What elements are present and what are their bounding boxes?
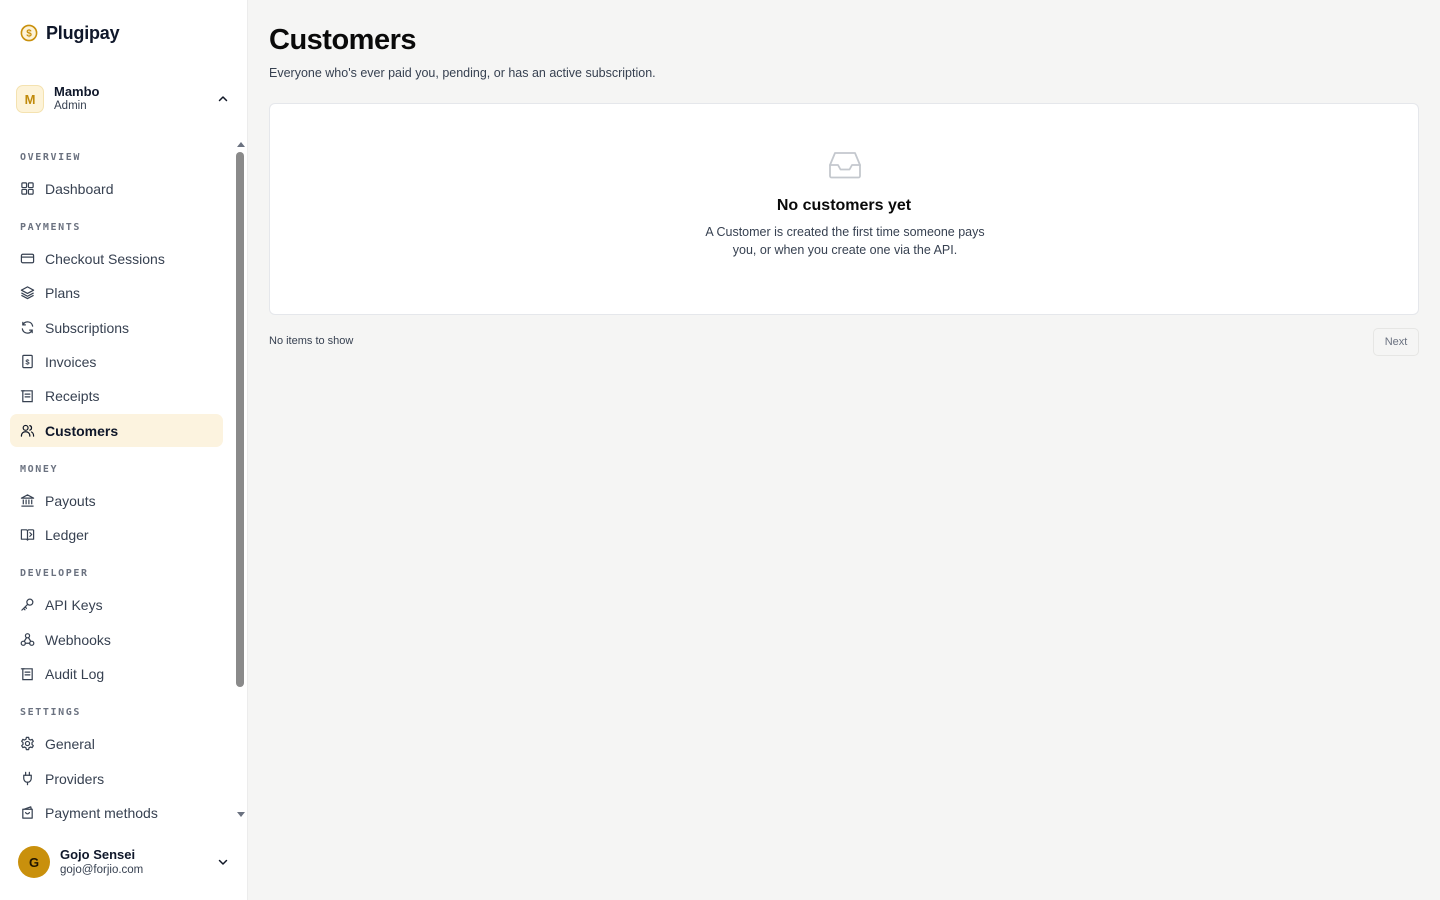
- sidebar-item-label: Checkout Sessions: [45, 250, 165, 267]
- workspace-avatar: M: [16, 85, 44, 113]
- book-icon: [20, 529, 35, 541]
- bank-icon: [20, 494, 35, 507]
- sidebar-item-audit-log[interactable]: Audit Log: [10, 657, 223, 690]
- main-content: Customers Everyone who's ever paid you, …: [269, 0, 1419, 900]
- sidebar-scrollbar[interactable]: [234, 138, 248, 824]
- svg-text:$: $: [25, 358, 30, 367]
- sidebar-item-plans[interactable]: Plans: [10, 276, 223, 309]
- sidebar-item-label: Dashboard: [45, 180, 114, 197]
- sidebar-item-ledger[interactable]: Ledger: [10, 518, 223, 551]
- wallet-icon: [22, 806, 33, 819]
- receipt-icon: [20, 390, 33, 403]
- workspace-role: Admin: [54, 100, 87, 113]
- dollar-coin-icon: $: [20, 24, 38, 42]
- sidebar-item-payouts[interactable]: Payouts: [10, 484, 223, 517]
- dollar-document-icon: $: [22, 354, 33, 369]
- key-icon: [21, 598, 34, 611]
- section-title-money: MONEY: [20, 464, 59, 475]
- sidebar-item-dashboard[interactable]: Dashboard: [10, 172, 223, 205]
- plug-icon: [23, 771, 32, 786]
- sidebar-item-webhooks[interactable]: Webhooks: [10, 623, 223, 656]
- sidebar-item-general[interactable]: General: [10, 727, 223, 760]
- section-title-overview: OVERVIEW: [20, 152, 81, 163]
- sidebar-item-label: Receipts: [45, 387, 100, 404]
- webhook-icon: [20, 633, 35, 646]
- chevron-down-icon: [218, 859, 228, 865]
- users-icon: [20, 424, 35, 437]
- sidebar-item-label: API Keys: [45, 596, 103, 613]
- user-email: gojo@forjio.com: [60, 863, 144, 876]
- section-title-settings: SETTINGS: [20, 707, 81, 718]
- gear-icon: [21, 736, 34, 751]
- sidebar-item-checkout-sessions[interactable]: Checkout Sessions: [10, 242, 223, 275]
- next-page-button[interactable]: Next: [1373, 328, 1419, 356]
- workspace-switcher[interactable]: M Mambo Admin: [16, 84, 232, 114]
- sidebar: $ Plugipay M Mambo Admin OVERVIEW Dashbo…: [0, 0, 248, 900]
- sidebar-item-subscriptions[interactable]: Subscriptions: [10, 311, 223, 344]
- empty-state-card: No customers yet A Customer is created t…: [269, 103, 1419, 315]
- sidebar-item-customers[interactable]: Customers: [10, 414, 223, 447]
- scrollbar-thumb[interactable]: [236, 152, 244, 687]
- section-title-payments: PAYMENTS: [20, 222, 81, 233]
- sidebar-nav: OVERVIEW Dashboard PAYMENTS Checkout Ses…: [0, 138, 234, 824]
- sidebar-item-invoices[interactable]: $ Invoices: [10, 345, 223, 378]
- sidebar-item-payment-methods[interactable]: Payment methods: [10, 796, 223, 824]
- avatar: G: [18, 846, 50, 878]
- section-title-developer: DEVELOPER: [20, 568, 89, 579]
- sidebar-item-label: Ledger: [45, 526, 89, 543]
- scroll-up-arrow-icon[interactable]: [236, 140, 246, 148]
- empty-state-title: No customers yet: [776, 197, 912, 214]
- workspace-name: Mambo: [54, 83, 100, 99]
- layers-icon: [20, 286, 35, 300]
- pagination-status: No items to show: [269, 335, 354, 347]
- sidebar-item-label: Webhooks: [45, 631, 111, 648]
- credit-card-icon: [20, 253, 35, 264]
- page-subtitle: Everyone who's ever paid you, pending, o…: [269, 66, 656, 80]
- brand[interactable]: $ Plugipay: [20, 22, 120, 44]
- refresh-icon: [21, 321, 34, 334]
- sidebar-item-label: Payouts: [45, 492, 96, 509]
- brand-name: Plugipay: [46, 22, 120, 43]
- sidebar-item-label: Audit Log: [45, 665, 105, 682]
- sidebar-item-label: General: [45, 735, 95, 752]
- sidebar-item-providers[interactable]: Providers: [10, 762, 223, 795]
- page-title: Customers: [269, 24, 417, 56]
- sidebar-item-receipts[interactable]: Receipts: [10, 379, 223, 412]
- log-icon: [20, 668, 33, 681]
- sidebar-item-label: Plans: [45, 284, 81, 301]
- sidebar-item-label: Providers: [45, 770, 105, 787]
- user-menu[interactable]: G Gojo Sensei gojo@forjio.com: [18, 845, 232, 879]
- sidebar-item-label: Invoices: [45, 353, 97, 370]
- inbox-icon: [829, 152, 861, 179]
- sidebar-item-api-keys[interactable]: API Keys: [10, 588, 223, 621]
- chevron-up-icon: [218, 96, 228, 102]
- empty-state-description: A Customer is created the first time som…: [705, 225, 985, 257]
- svg-text:$: $: [26, 29, 32, 40]
- sidebar-item-label: Subscriptions: [45, 319, 130, 336]
- user-name: Gojo Sensei: [60, 846, 136, 862]
- sidebar-item-label: Payment methods: [45, 804, 158, 821]
- scroll-down-arrow-icon[interactable]: [236, 811, 246, 819]
- sidebar-item-label: Customers: [45, 422, 119, 439]
- grid-icon: [21, 182, 34, 195]
